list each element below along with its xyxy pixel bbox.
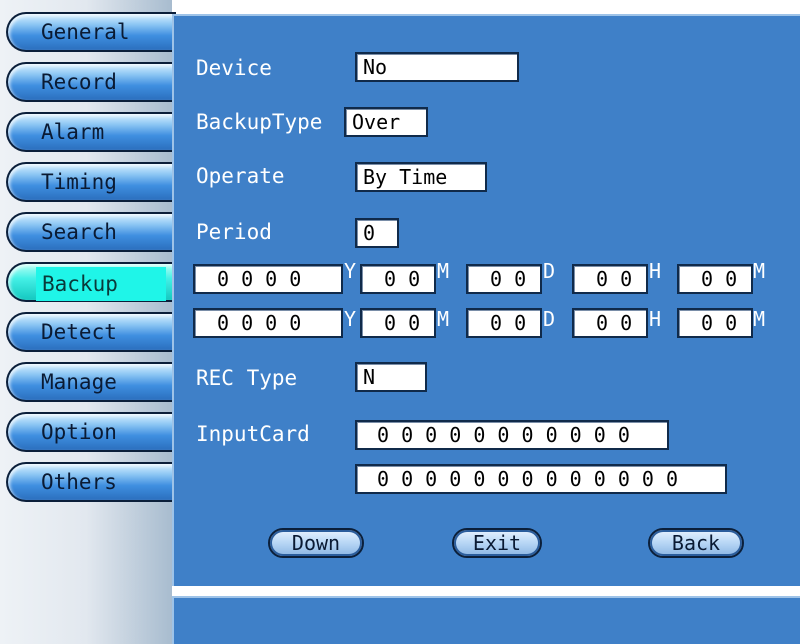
device-label: Device: [196, 56, 272, 80]
rec-type-field[interactable]: N: [355, 362, 427, 392]
start-day-field[interactable]: 0 0: [466, 264, 542, 294]
start-year-field[interactable]: 0 0 0 0: [193, 264, 343, 294]
start-hour-unit: H: [649, 259, 662, 283]
sidebar-item-search[interactable]: Search: [6, 212, 176, 252]
end-minute-field[interactable]: 0 0: [677, 308, 753, 338]
sidebar-item-timing[interactable]: Timing: [6, 162, 176, 202]
down-button[interactable]: Down: [268, 528, 364, 558]
end-minute-unit: M: [753, 307, 766, 331]
start-minute-unit: M: [753, 259, 766, 283]
end-hour-field[interactable]: 0 0: [572, 308, 648, 338]
sidebar-item-label: Timing: [41, 170, 117, 194]
sidebar-item-others[interactable]: Others: [6, 462, 176, 502]
sidebar-item-record[interactable]: Record: [6, 62, 176, 102]
input-card-field-2[interactable]: 0 0 0 0 0 0 0 0 0 0 0 0 0: [355, 464, 727, 494]
period-label: Period: [196, 220, 272, 244]
end-day-field[interactable]: 0 0: [466, 308, 542, 338]
back-button[interactable]: Back: [648, 528, 744, 558]
exit-button[interactable]: Exit: [452, 528, 542, 558]
sidebar-item-label: Option: [41, 420, 117, 444]
backup-type-label: BackupType: [196, 110, 323, 134]
backup-type-field[interactable]: Over: [344, 107, 428, 137]
sidebar-item-label: Alarm: [41, 120, 105, 144]
sidebar: General Record Alarm Timing Search Backu…: [0, 0, 176, 644]
rec-type-label: REC Type: [196, 366, 298, 390]
sidebar-item-detect[interactable]: Detect: [6, 312, 176, 352]
period-field[interactable]: 0: [355, 218, 399, 248]
sidebar-item-backup[interactable]: Backup: [6, 262, 176, 302]
input-card-label: InputCard: [196, 422, 310, 446]
end-hour-unit: H: [649, 307, 662, 331]
sidebar-item-label: Record: [41, 70, 117, 94]
operate-field[interactable]: By Time: [355, 162, 487, 192]
start-day-unit: D: [543, 259, 556, 283]
sidebar-item-label: General: [41, 20, 130, 44]
input-card-field-1[interactable]: 0 0 0 0 0 0 0 0 0 0 0: [355, 420, 669, 450]
end-day-unit: D: [543, 307, 556, 331]
end-year-unit: Y: [344, 307, 357, 331]
start-month-field[interactable]: 0 0: [360, 264, 436, 294]
end-year-field[interactable]: 0 0 0 0: [193, 308, 343, 338]
start-hour-field[interactable]: 0 0: [572, 264, 648, 294]
start-month-unit: M: [437, 259, 450, 283]
device-field[interactable]: No: [355, 52, 519, 82]
start-minute-field[interactable]: 0 0: [677, 264, 753, 294]
sidebar-item-label: Search: [41, 220, 117, 244]
start-year-unit: Y: [344, 259, 357, 283]
end-month-unit: M: [437, 307, 450, 331]
sidebar-item-option[interactable]: Option: [6, 412, 176, 452]
sidebar-item-label: Backup: [36, 267, 166, 301]
sidebar-item-label: Detect: [41, 320, 117, 344]
sidebar-item-manage[interactable]: Manage: [6, 362, 176, 402]
sidebar-item-general[interactable]: General: [6, 12, 176, 52]
operate-label: Operate: [196, 164, 285, 188]
backup-settings-panel: [172, 14, 800, 586]
status-bar: [172, 596, 800, 644]
sidebar-item-label: Others: [41, 470, 117, 494]
end-month-field[interactable]: 0 0: [360, 308, 436, 338]
sidebar-item-alarm[interactable]: Alarm: [6, 112, 176, 152]
sidebar-item-label: Manage: [41, 370, 117, 394]
